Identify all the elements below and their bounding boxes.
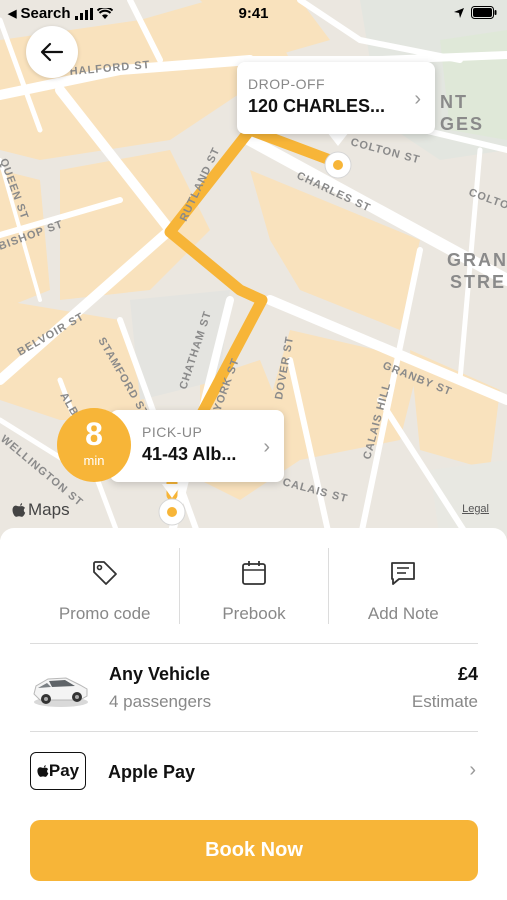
chevron-right-icon: › [263,436,270,458]
eta-badge: 8 min [57,408,131,482]
pickup-callout[interactable]: PICK-UP 41-43 Alb... › [110,410,284,482]
payment-method-name: Apple Pay [108,762,196,782]
calendar-icon [242,561,266,585]
svg-text:NT: NT [440,92,468,112]
location-arrow-icon [454,7,464,18]
dropoff-callout[interactable]: DROP-OFF 120 CHARLES... › [237,62,435,134]
add-note-button[interactable]: Add Note [329,548,478,644]
promo-code-button[interactable]: Promo code [30,548,179,644]
battery-icon [471,6,497,19]
apple-logo-icon [12,503,26,517]
map-view[interactable]: HALFORD ST RUTLAND ST CHARLES ST BELVOIR… [0,0,507,540]
prebook-label: Prebook [222,604,286,623]
add-note-label: Add Note [367,604,439,623]
promo-code-label: Promo code [58,604,151,623]
apple-pay-badge: Pay [30,752,86,790]
fare-estimate-label: Estimate [411,692,478,711]
status-time: 9:41 [238,5,269,22]
eta-value: 8 [85,416,103,452]
legal-link[interactable]: Legal [462,503,489,515]
note-icon [391,562,416,585]
pickup-address: 41-43 Alb... [142,444,237,464]
arrow-left-icon [40,42,64,62]
svg-text:STREET: STREET [450,272,507,292]
vehicle-option[interactable]: Any Vehicle 4 passengers £4 Estimate [30,658,478,728]
maps-logo: Maps [12,500,70,520]
chevron-right-icon: › [414,88,421,110]
svg-text:GRANBY: GRANBY [447,250,507,270]
back-button[interactable] [26,26,78,78]
divider [30,731,478,732]
dropoff-label: DROP-OFF [248,76,326,92]
vehicle-passengers: 4 passengers [109,692,212,711]
car-icon [33,677,88,707]
svg-text:GES: GES [440,114,484,134]
book-now-button[interactable]: Book Now [30,820,478,881]
booking-sheet: Promo code Prebook Add Note Any Vehicle … [0,528,507,900]
status-bar: ◀ Search 9:41 [0,0,507,28]
payment-method-row[interactable]: Pay Apple Pay › [30,750,478,794]
apple-pay-badge-text: Pay [48,761,80,780]
apple-logo-icon [37,765,49,777]
maps-label: Maps [28,500,70,519]
vehicle-name: Any Vehicle [109,664,211,684]
chevron-right-icon: › [469,759,476,781]
pickup-label: PICK-UP [142,424,203,440]
fare-price: £4 [457,664,478,684]
divider [328,548,329,624]
tag-icon [92,561,117,585]
prebook-button[interactable]: Prebook [179,548,328,644]
divider [30,643,478,644]
eta-unit: min [83,453,105,468]
dropoff-address: 120 CHARLES... [248,96,386,116]
divider [179,548,180,624]
action-row: Promo code Prebook Add Note [30,548,478,644]
